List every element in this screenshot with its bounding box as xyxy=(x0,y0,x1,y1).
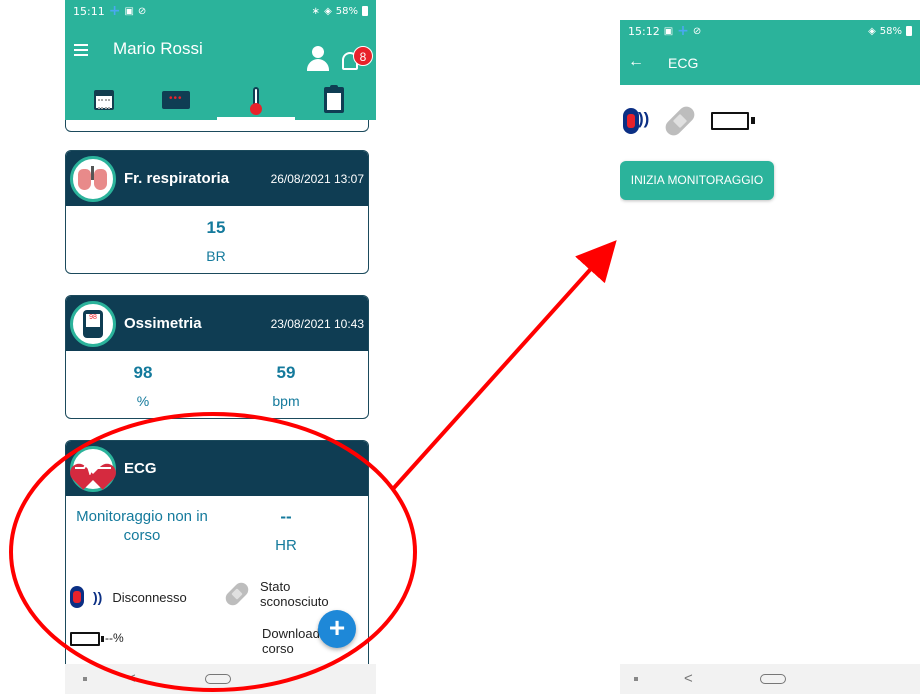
card-header: Fr. respiratoria 26/08/2021 13:07 xyxy=(66,151,368,206)
left-phone-screen: 15:11 + ▣ ⊘ ∗ ◈ 58% Mario Rossi 8 ••• Fr… xyxy=(65,0,376,694)
nav-back-icon[interactable]: < xyxy=(684,670,693,687)
user-name: Mario Rossi xyxy=(113,39,203,58)
status-battery: 58% xyxy=(879,25,902,37)
chat-icon xyxy=(162,91,190,109)
connection-row: )) Disconnesso xyxy=(70,586,187,608)
status-time: 15:12 xyxy=(628,24,660,38)
bluetooth-icon xyxy=(70,586,92,608)
lungs-icon xyxy=(70,156,116,202)
card-title: ECG xyxy=(124,460,157,477)
plus-icon: + xyxy=(677,23,689,39)
battery-level: --% xyxy=(105,631,124,645)
status-battery: 58% xyxy=(335,5,358,17)
previous-card-edge xyxy=(65,120,369,132)
status-time: 15:11 xyxy=(73,4,105,18)
thermometer-icon xyxy=(250,87,262,115)
recents-icon[interactable] xyxy=(634,677,638,681)
battery-status-icon xyxy=(906,26,912,36)
tab-reports[interactable] xyxy=(295,80,373,120)
notification-bell-icon[interactable]: 8 xyxy=(340,46,373,74)
hr-value: -- xyxy=(280,507,292,526)
respiration-value: 15 xyxy=(206,218,226,237)
battery-icon xyxy=(70,631,104,646)
card-title: Fr. respiratoria xyxy=(124,170,230,187)
plus-icon: + xyxy=(108,3,121,19)
system-nav-bar: < xyxy=(620,664,920,694)
tab-calendar[interactable] xyxy=(65,80,143,120)
gallery-icon: ▣ xyxy=(124,5,134,17)
calendar-icon xyxy=(94,90,114,110)
back-arrow-icon[interactable]: ← xyxy=(628,53,644,71)
card-header: Ossimetria 23/08/2021 10:43 xyxy=(66,296,368,351)
menu-icon[interactable] xyxy=(74,44,88,56)
notification-badge: 8 xyxy=(353,46,373,66)
status-bar: 15:12 ▣ + ⊘ ◈ 58% xyxy=(620,20,920,42)
sensor-state: Stato sconosciuto xyxy=(260,579,329,609)
spo2-value: 98 xyxy=(133,363,153,382)
card-date: 26/08/2021 13:07 xyxy=(270,172,364,186)
profile-icon[interactable] xyxy=(306,46,330,74)
spo2-unit: % xyxy=(136,393,150,409)
start-monitoring-button[interactable]: INIZIA MONITORAGGIO xyxy=(620,161,774,200)
heart-ecg-icon xyxy=(66,446,120,492)
tab-measurements[interactable] xyxy=(217,80,295,120)
measurements-list: Fr. respiratoria 26/08/2021 13:07 15 BR … xyxy=(65,120,376,670)
battery-status-icon xyxy=(362,6,368,16)
no-sim-icon: ⊘ xyxy=(692,25,702,37)
add-button[interactable]: + xyxy=(318,610,356,648)
pulse-unit: bpm xyxy=(272,393,300,409)
clipboard-icon xyxy=(324,85,344,113)
pulse-value: 59 xyxy=(276,363,296,382)
card-date: 23/08/2021 10:43 xyxy=(270,317,364,331)
no-sim-icon: ⊘ xyxy=(137,5,147,17)
oximetry-card[interactable]: Ossimetria 23/08/2021 10:43 98 % 59 bpm xyxy=(65,295,369,419)
nav-home-icon[interactable] xyxy=(205,674,231,684)
recents-icon[interactable] xyxy=(83,677,87,681)
sensor-patch-icon xyxy=(222,579,252,609)
status-bar: 15:11 + ▣ ⊘ ∗ ◈ 58% xyxy=(65,0,376,22)
card-title: Ossimetria xyxy=(124,315,202,332)
wifi-icon: ◈ xyxy=(868,25,876,37)
sensor-patch-icon xyxy=(662,103,698,139)
page-title: ECG xyxy=(668,55,699,71)
ecg-monitoring-status: Monitoraggio non in corso xyxy=(76,508,208,544)
nav-back-icon[interactable]: < xyxy=(127,670,136,687)
hr-unit: HR xyxy=(275,537,297,554)
wifi-icon: ◈ xyxy=(324,5,332,17)
battery-row: --% xyxy=(70,631,124,646)
oximeter-icon xyxy=(70,301,116,347)
respiration-unit: BR xyxy=(206,248,226,264)
tab-bar xyxy=(65,80,376,120)
system-nav-bar: < xyxy=(65,664,376,694)
nav-home-icon[interactable] xyxy=(760,674,786,684)
sensor-row: Stato sconosciuto xyxy=(222,579,340,609)
respiration-card[interactable]: Fr. respiratoria 26/08/2021 13:07 15 BR xyxy=(65,150,369,274)
bluetooth-icon: )) xyxy=(623,108,649,134)
battery-icon xyxy=(711,112,755,130)
gallery-icon: ▣ xyxy=(663,25,674,37)
tab-chat[interactable] xyxy=(137,80,215,120)
connection-status: Disconnesso xyxy=(112,589,187,605)
app-bar: ← ECG xyxy=(620,42,920,85)
device-status-icons: )) xyxy=(623,103,755,139)
app-bar: Mario Rossi 8 xyxy=(65,22,376,120)
bluetooth-status-icon: ∗ xyxy=(311,5,321,17)
screenshot-stage: 15:11 + ▣ ⊘ ∗ ◈ 58% Mario Rossi 8 ••• Fr… xyxy=(0,0,920,694)
annotation-arrow xyxy=(390,240,617,492)
right-phone-screen: 15:12 ▣ + ⊘ ◈ 58% ← ECG )) INIZIA MONITO… xyxy=(620,20,920,694)
card-header: ECG xyxy=(66,441,368,496)
